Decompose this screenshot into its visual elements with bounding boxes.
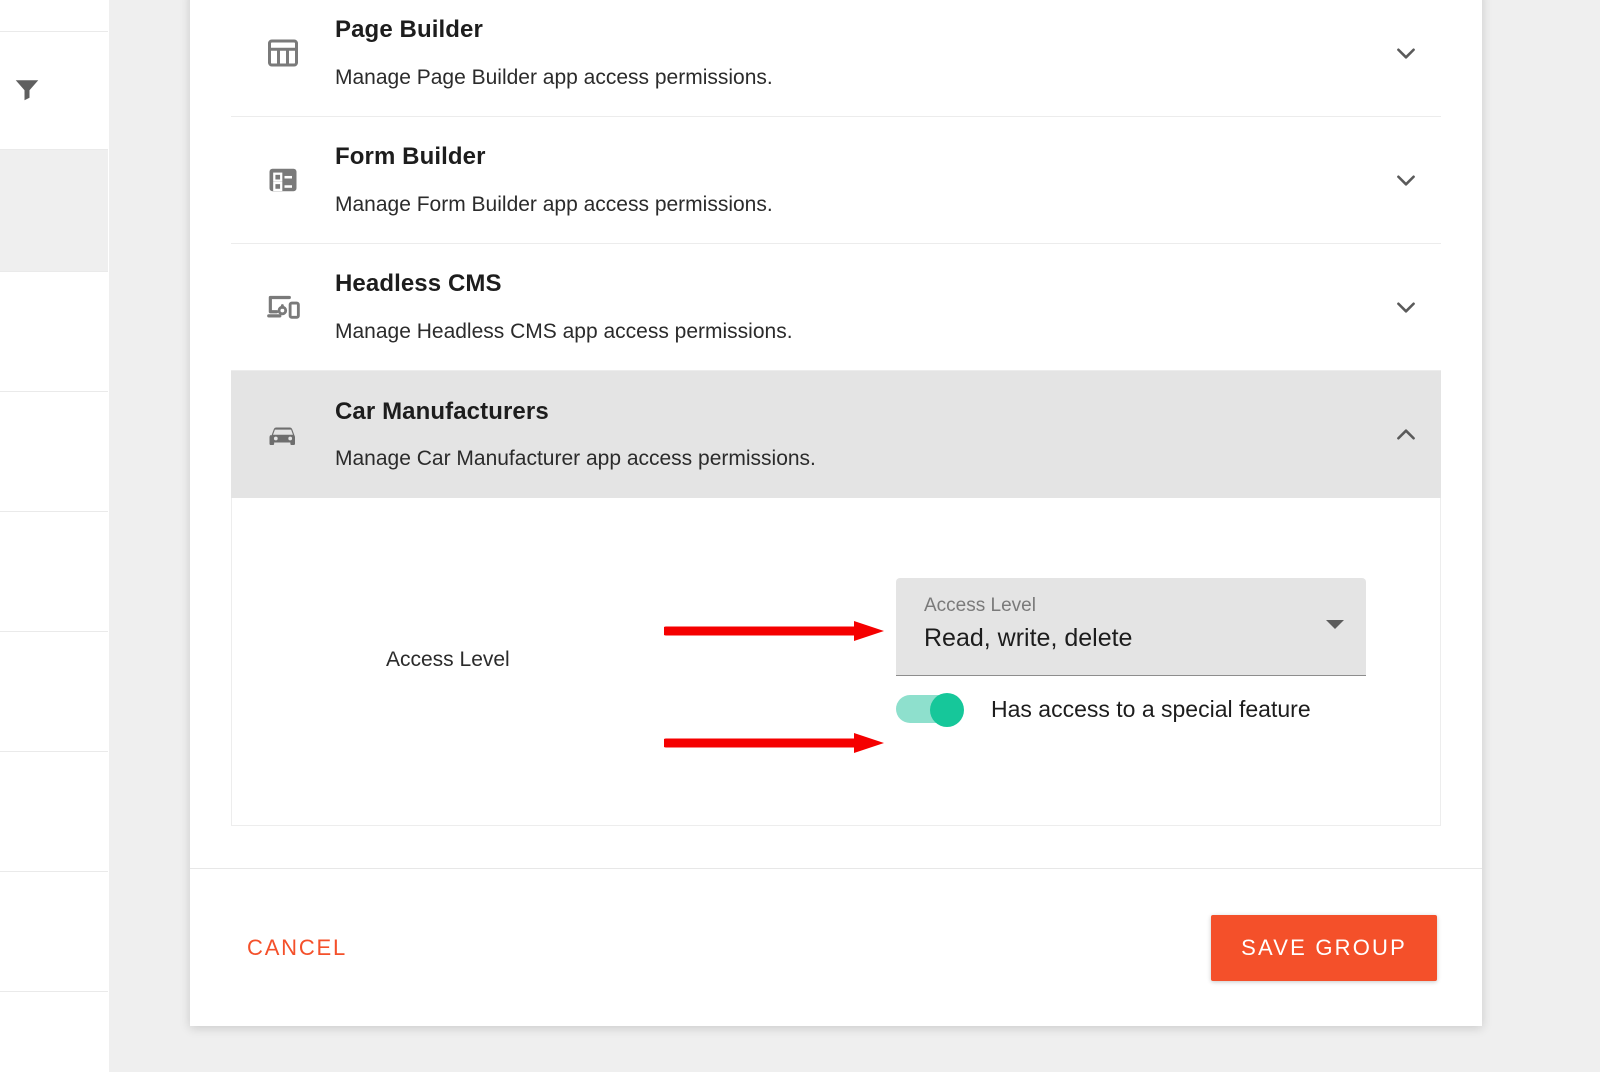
devices-icon (231, 288, 335, 326)
save-group-button[interactable]: SAVE GROUP (1211, 915, 1437, 981)
accordion-row-page-builder[interactable]: Page Builder Manage Page Builder app acc… (231, 0, 1441, 117)
accordion-description: Manage Form Builder app access permissio… (335, 192, 1371, 217)
car-icon (231, 417, 335, 453)
accordion-text: Page Builder Manage Page Builder app acc… (335, 16, 1371, 90)
accordion-title: Page Builder (335, 16, 1371, 45)
list-item[interactable] (0, 32, 108, 150)
list-item[interactable] (0, 872, 108, 992)
access-level-select[interactable]: Access Level Read, write, delete (896, 578, 1366, 676)
special-feature-toggle-row[interactable]: Has access to a special feature (896, 693, 1311, 725)
access-level-select-label: Access Level (924, 595, 1036, 617)
accordion-description: Manage Headless CMS app access permissio… (335, 319, 1371, 344)
dialog-footer: CANCEL SAVE GROUP (190, 868, 1482, 1026)
toggle-thumb (930, 693, 964, 727)
chevron-up-icon[interactable] (1371, 422, 1441, 448)
accordion-title: Headless CMS (335, 270, 1371, 299)
accordion-title: Form Builder (335, 143, 1371, 172)
access-level-label: Access Level (386, 648, 510, 672)
list-item[interactable] (0, 752, 108, 872)
layout-grid-icon (231, 35, 335, 71)
chevron-down-icon[interactable] (1371, 167, 1441, 193)
access-level-select-value: Read, write, delete (924, 624, 1132, 653)
special-feature-toggle-label: Has access to a special feature (991, 696, 1311, 723)
screen: Page Builder Manage Page Builder app acc… (0, 0, 1600, 1072)
accordion-row-car-manufacturers[interactable]: Car Manufacturers Manage Car Manufacture… (231, 371, 1441, 498)
list-item[interactable] (0, 512, 108, 632)
accordion-title: Car Manufacturers (335, 398, 1371, 427)
car-manufacturers-panel: Access Level Access Level Read, write, d… (231, 498, 1441, 826)
chevron-down-icon[interactable] (1371, 294, 1441, 320)
dialog-body: Page Builder Manage Page Builder app acc… (190, 0, 1482, 868)
accordion-description: Manage Page Builder app access permissio… (335, 65, 1371, 90)
chevron-down-icon[interactable] (1371, 40, 1441, 66)
accordion-text: Car Manufacturers Manage Car Manufacture… (335, 398, 1371, 472)
special-feature-toggle[interactable] (896, 693, 968, 725)
accordion-description: Manage Car Manufacturer app access permi… (335, 446, 1371, 471)
list-item[interactable] (0, 632, 108, 752)
accordion-text: Headless CMS Manage Headless CMS app acc… (335, 270, 1371, 344)
list-item[interactable] (0, 992, 108, 1072)
dropdown-arrow-icon[interactable] (1326, 620, 1344, 629)
list-item[interactable] (0, 272, 108, 392)
accordion-text: Form Builder Manage Form Builder app acc… (335, 143, 1371, 217)
list-item[interactable] (0, 0, 108, 32)
list-item-selected[interactable] (0, 150, 108, 272)
accordion-row-form-builder[interactable]: Form Builder Manage Form Builder app acc… (231, 117, 1441, 244)
accordion-row-headless-cms[interactable]: Headless CMS Manage Headless CMS app acc… (231, 244, 1441, 371)
filter-icon[interactable] (10, 72, 44, 106)
background-list-column (0, 0, 108, 1072)
list-item[interactable] (0, 392, 108, 512)
permissions-dialog: Page Builder Manage Page Builder app acc… (190, 0, 1482, 1026)
form-list-icon (231, 162, 335, 198)
cancel-button[interactable]: CANCEL (235, 921, 359, 975)
